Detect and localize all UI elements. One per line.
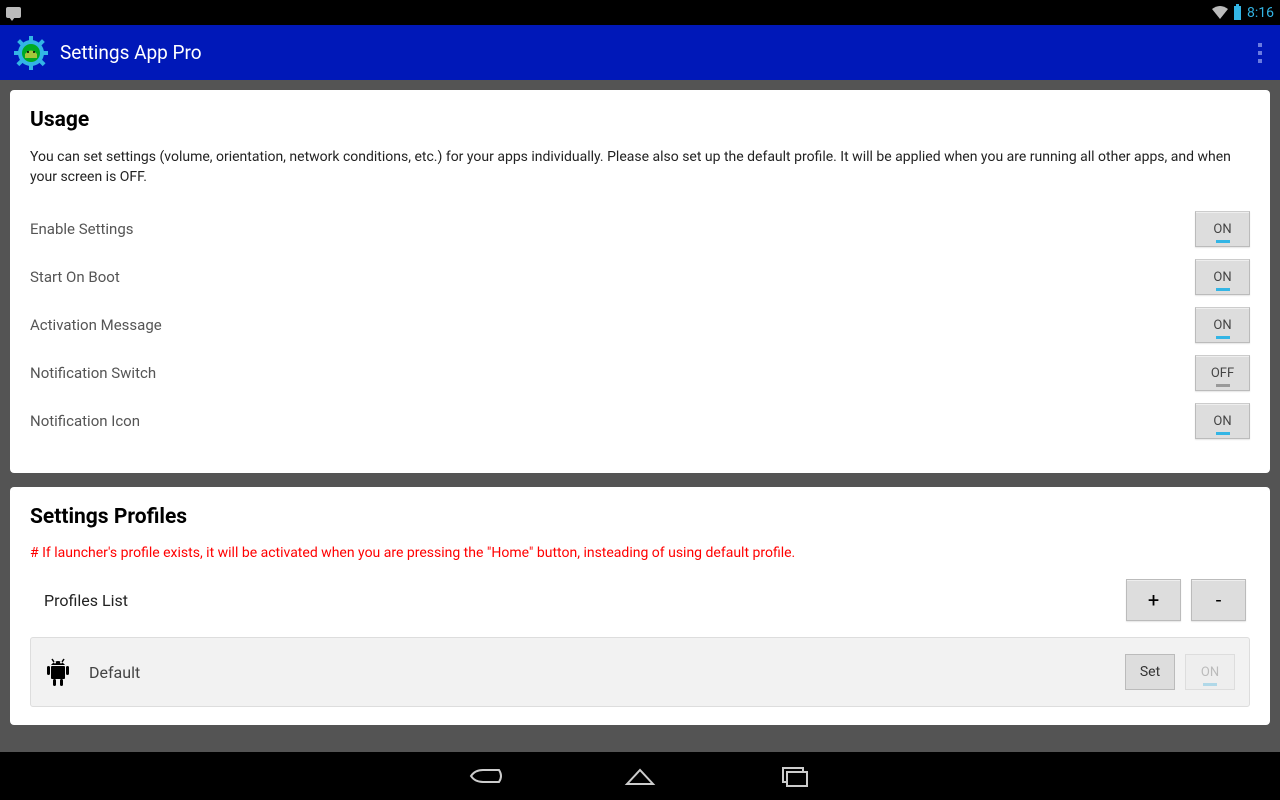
remove-profile-button[interactable]: - [1191,579,1246,621]
profile-on-toggle-disabled: ON [1185,654,1235,690]
profiles-heading: Settings Profiles [30,505,1250,529]
setting-row-notif-icon: Notification Icon ON [30,397,1250,445]
clock: 8:16 [1247,5,1274,21]
profile-set-button[interactable]: Set [1125,654,1175,690]
app-bar: Settings App Pro [0,25,1280,80]
profiles-card: Settings Profiles # If launcher's profil… [10,487,1270,725]
back-button[interactable] [469,764,503,788]
add-profile-button[interactable]: + [1126,579,1181,621]
wifi-icon [1212,6,1228,19]
app-title: Settings App Pro [60,41,202,64]
recents-button[interactable] [777,764,811,788]
android-icon [45,657,71,687]
toggle-enable-settings[interactable]: ON [1195,211,1250,247]
toggle-notification-icon[interactable]: ON [1195,403,1250,439]
setting-row-notif-switch: Notification Switch OFF [30,349,1250,397]
navigation-bar [0,752,1280,800]
toggle-activation-message[interactable]: ON [1195,307,1250,343]
usage-heading: Usage [30,108,1250,132]
setting-label: Notification Switch [30,364,156,382]
setting-row-activation: Activation Message ON [30,301,1250,349]
toggle-start-on-boot[interactable]: ON [1195,259,1250,295]
setting-label: Notification Icon [30,412,140,430]
status-bar: 8:16 [0,0,1280,25]
profiles-note: # If launcher's profile exists, it will … [30,545,1250,561]
setting-label: Activation Message [30,316,162,334]
home-button[interactable] [623,764,657,788]
profile-item-default[interactable]: Default Set ON [30,637,1250,707]
profiles-list-label: Profiles List [34,591,128,610]
notification-icon [6,7,21,18]
toggle-notification-switch[interactable]: OFF [1195,355,1250,391]
setting-row-boot: Start On Boot ON [30,253,1250,301]
overflow-menu-button[interactable] [1254,37,1266,69]
profile-name: Default [89,663,140,682]
usage-description: You can set settings (volume, orientatio… [30,148,1250,187]
setting-label: Start On Boot [30,268,120,286]
battery-icon [1234,6,1241,20]
setting-label: Enable Settings [30,220,133,238]
setting-row-enable: Enable Settings ON [30,205,1250,253]
app-icon [14,36,48,70]
usage-card: Usage You can set settings (volume, orie… [10,90,1270,473]
